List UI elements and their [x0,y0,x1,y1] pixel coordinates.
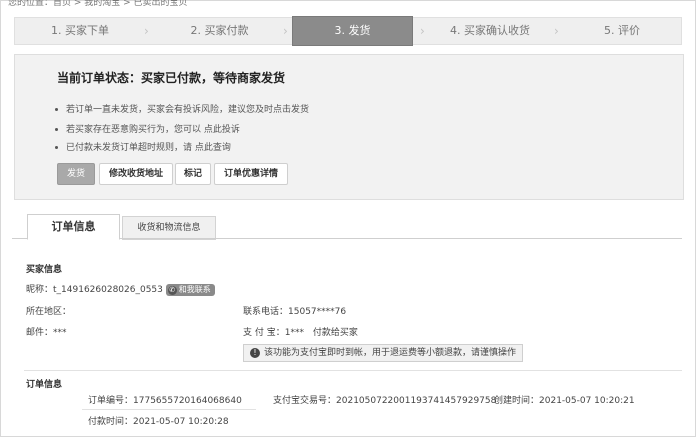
created-time: 2021-05-07 10:20:21 [539,396,635,406]
paid-time-label: 付款时间： [88,417,134,427]
tip-item: 若订单一直未发货，买家会有投诉风险，建议您及时点击发货 [55,102,309,115]
buyer-nickname-row: 昵称：t_1491626028026_0553 ✆ 和我联系 [26,282,215,296]
refund-notice-text: 该功能为支付宝即时到帐，用于退运费等小额退款，请谨慎操作 [264,348,517,358]
tab-shipping-info[interactable]: 收货和物流信息 [122,216,216,240]
step-review: 5. 评价 [604,24,640,37]
tip-text: 若订单一直未发货，买家会有投诉风险，建议您及时点击发货 [66,105,310,115]
mark-button[interactable]: 标记 [175,163,211,185]
step-confirm-receipt: 4. 买家确认收货 [450,24,530,37]
buyer-email-row: 邮件：*** [26,325,67,338]
buyer-phone: 15057****76 [288,307,347,317]
buyer-alipay-row: 支 付 宝：1*** 付款给买家 [243,325,358,338]
alipay-trade-number: 2021050722001193741457929758 [336,396,497,406]
section-divider [24,370,682,371]
bullet-icon [55,108,58,111]
refund-notice: ! 该功能为支付宝即时到帐，用于退运费等小额退款，请谨慎操作 [243,344,524,362]
order-section-title: 订单信息 [26,380,63,390]
tip-text-rule-link[interactable]: 已付款未发货订单超时规则，请 点此查询 [66,143,231,153]
order-number-row: 订单编号：1775655720164068640 [88,393,242,406]
pay-buyer-link[interactable]: 付款给买家 [313,328,358,338]
step-buyer-pay: 2. 买家付款 [190,24,249,37]
created-time-row: 创建时间：2021-05-07 10:20:21 [494,393,635,406]
buyer-region-row: 所在地区： [26,304,71,317]
alipay-trade-row: 支付宝交易号：2021050722001193741457929758 [273,393,496,406]
order-number: 1775655720164068640 [133,396,242,406]
bullet-icon [55,128,58,131]
buyer-alipay: 1*** [284,328,304,338]
order-number-label: 订单编号： [88,396,134,406]
row-divider [82,409,256,410]
bullet-icon [55,146,58,149]
tip-item: 若买家存在恶意购买行为，您可以 点此投诉 [55,122,240,135]
info-icon: ! [250,347,260,358]
buyer-section-title: 买家信息 [26,265,63,275]
paid-time: 2021-05-07 10:20:28 [133,417,229,427]
chevron-right-icon: › [420,24,425,38]
buyer-phone-row: 联系电话：15057****76 [243,304,346,317]
alipay-trade-label: 支付宝交易号： [273,396,337,406]
chevron-right-icon: › [554,24,559,38]
step-ship-active: 3. 发货 [292,16,413,46]
breadcrumb: 您的位置：首页 > 我的淘宝 > 已卖出的宝贝 [8,0,188,8]
contact-icon: ✆ [167,285,177,295]
region-label: 所在地区： [26,307,72,317]
tip-item: 已付款未发货订单超时规则，请 点此查询 [55,140,231,153]
order-status-title: 当前订单状态：买家已付款，等待商家发货 [57,71,286,85]
nickname-label: 昵称： [26,285,54,295]
step-buyer-order: 1. 买家下单 [51,24,109,37]
buyer-email: *** [53,328,67,338]
chevron-right-icon: › [283,24,288,38]
contact-badge-label: 和我联系 [178,284,211,294]
phone-label: 联系电话： [243,307,289,317]
tip-text-complaint-link[interactable]: 若买家存在恶意购买行为，您可以 点此投诉 [66,125,240,135]
order-progress-steps: 1. 买家下单 › 2. 买家付款 › 3. 发货 › 4. 买家确认收货 › … [14,16,682,46]
contact-seller-button[interactable]: ✆ 和我联系 [165,283,215,296]
order-status-panel: 当前订单状态：买家已付款，等待商家发货 若订单一直未发货，买家会有投诉风险，建议… [14,54,684,200]
created-time-label: 创建时间： [494,396,540,406]
email-label: 邮件： [26,328,54,338]
edit-address-button[interactable]: 修改收货地址 [99,163,173,185]
paid-time-row: 付款时间：2021-05-07 10:20:28 [88,414,229,427]
buyer-nickname: t_1491626028026_0553 [53,285,163,295]
ship-button[interactable]: 发货 [57,163,95,185]
discount-details-button[interactable]: 订单优惠详情 [214,163,288,185]
tab-order-info[interactable]: 订单信息 [27,214,120,240]
chevron-right-icon: › [144,24,149,38]
alipay-label: 支 付 宝： [243,328,285,338]
